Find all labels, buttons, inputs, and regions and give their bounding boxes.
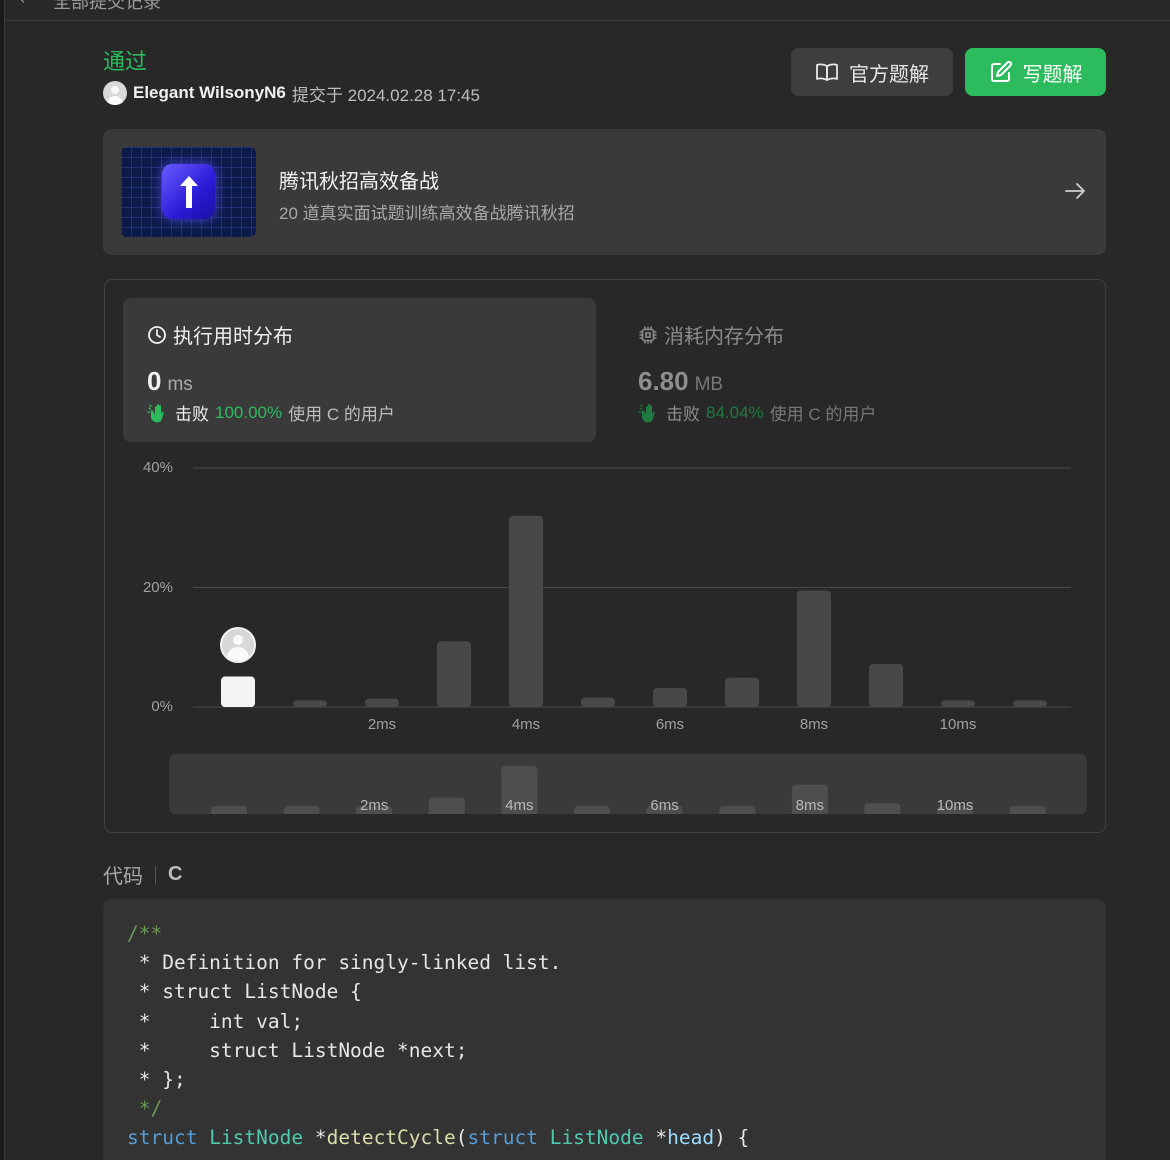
code-block[interactable]: /** * Definition for singly-linked list.…	[103, 899, 1106, 1160]
performance-panel: 执行用时分布 0 ms 击败 100.00% 使用 C 的用户 消耗内存分布 6…	[104, 279, 1106, 833]
chart-svg	[193, 467, 1071, 708]
x-tick-label: 4ms	[511, 716, 541, 733]
chart-bar[interactable]	[941, 700, 975, 707]
beat-word: 击败	[666, 405, 700, 424]
submitted-time: 提交于 2024.02.28 17:45	[291, 85, 480, 105]
runtime-number: 0	[147, 366, 162, 396]
chart-bar[interactable]	[653, 687, 687, 707]
runtime-distribution-chart: 40% 20% 0% 2ms 4ms 6ms 8ms 10ms	[105, 450, 1105, 740]
leetcode-logo-icon	[162, 164, 215, 219]
promo-subtitle: 20 道真实面试题训练高效备战腾讯秋招	[279, 204, 575, 223]
submission-meta: Elegant WilsonyN6 提交于 2024.02.28 17:45	[103, 80, 480, 106]
navigator-bar	[211, 806, 247, 814]
beat-word: 击败	[175, 405, 209, 424]
chart-bar[interactable]	[509, 515, 543, 707]
runtime-heading: 执行用时分布	[173, 326, 293, 348]
runtime-unit: ms	[167, 374, 193, 395]
chart-bar[interactable]	[797, 590, 831, 707]
code-label: 代码	[103, 866, 143, 888]
memory-card[interactable]: 消耗内存分布 6.80 MB 击败 84.04% 使用 C 的用户	[614, 298, 1087, 442]
official-solution-label: 官方题解	[849, 63, 929, 86]
divider	[155, 865, 156, 884]
navigator-tick-label: 4ms	[505, 797, 534, 814]
chart-bar[interactable]	[869, 663, 903, 707]
all-submissions-link[interactable]: 全部提交记录	[53, 0, 161, 14]
submission-status: 通过	[103, 49, 148, 74]
navigator-bar	[719, 806, 756, 814]
beat-suffix: 使用 C 的用户	[288, 405, 395, 424]
code-language: C	[168, 863, 183, 885]
write-solution-button[interactable]: 写题解	[965, 48, 1106, 96]
y-tick-label: 20%	[142, 578, 173, 596]
x-tick-label: 2ms	[367, 716, 397, 733]
clap-icon	[147, 403, 164, 422]
code-content: /** * Definition for singly-linked list.…	[127, 922, 750, 1150]
chart-bar[interactable]	[1013, 700, 1047, 707]
navigator-bar	[864, 803, 901, 814]
navigator-tick-label: 10ms	[936, 797, 974, 814]
runtime-beat: 击败 100.00% 使用 C 的用户	[147, 400, 395, 425]
y-tick-label: 40%	[142, 459, 173, 476]
avatar[interactable]	[103, 81, 127, 105]
chart-bar[interactable]	[221, 676, 255, 707]
navigator-tick-label: 2ms	[360, 797, 389, 814]
navigator-bar	[1009, 806, 1046, 814]
memory-value: 6.80 MB	[638, 366, 723, 397]
chart-bar[interactable]	[365, 698, 399, 707]
memory-number: 6.80	[638, 366, 689, 396]
submission-detail-panel: ‹ 全部提交记录 通过 Elegant WilsonyN6 提交于 2024.0…	[4, 0, 1170, 1160]
promo-image	[121, 147, 256, 237]
promo-title: 腾讯秋招高效备战	[279, 171, 439, 193]
runtime-value: 0 ms	[147, 366, 193, 397]
chip-icon	[639, 326, 657, 343]
runtime-beat-percent: 100.00%	[215, 402, 283, 422]
memory-beat-percent: 84.04%	[706, 402, 764, 422]
memory-beat: 击败 84.04% 使用 C 的用户	[638, 400, 876, 425]
navigator-tick-label: 6ms	[650, 797, 679, 814]
user-position-avatar	[220, 626, 256, 663]
navigator-bar	[428, 797, 465, 814]
chevron-left-icon[interactable]: ‹	[19, 0, 25, 8]
chart-range-navigator[interactable]: 2ms 4ms 6ms 8ms 10ms	[169, 754, 1087, 814]
chart-bar[interactable]	[725, 677, 759, 707]
memory-unit: MB	[694, 374, 724, 395]
navigator-bar	[283, 806, 320, 814]
write-solution-label: 写题解	[1022, 63, 1083, 86]
beat-suffix: 使用 C 的用户	[769, 405, 877, 424]
clock-icon	[148, 325, 166, 344]
arrow-right-icon[interactable]	[1063, 179, 1087, 203]
x-tick-label: 6ms	[655, 716, 685, 733]
chart-bar[interactable]	[293, 700, 327, 707]
official-solution-button[interactable]: 官方题解	[791, 48, 953, 96]
runtime-card[interactable]: 执行用时分布 0 ms 击败 100.00% 使用 C 的用户	[123, 298, 596, 442]
y-tick-label: 0%	[151, 698, 173, 715]
book-open-icon	[816, 63, 838, 81]
username[interactable]: Elegant WilsonyN6	[133, 83, 286, 103]
top-bar: ‹ 全部提交记录	[5, 0, 1170, 21]
navigator-tick-label: 8ms	[795, 797, 824, 814]
edit-icon	[990, 60, 1012, 82]
promo-banner[interactable]: 腾讯秋招高效备战 20 道真实面试题训练高效备战腾讯秋招	[103, 129, 1106, 255]
x-tick-label: 8ms	[799, 716, 829, 733]
code-section-header: 代码 C	[103, 860, 182, 889]
clap-icon	[638, 403, 655, 422]
memory-heading: 消耗内存分布	[664, 326, 784, 348]
navigator-bar	[574, 806, 610, 814]
chart-bar[interactable]	[437, 641, 471, 707]
x-tick-label: 10ms	[939, 716, 977, 733]
chart-bar[interactable]	[581, 697, 615, 707]
